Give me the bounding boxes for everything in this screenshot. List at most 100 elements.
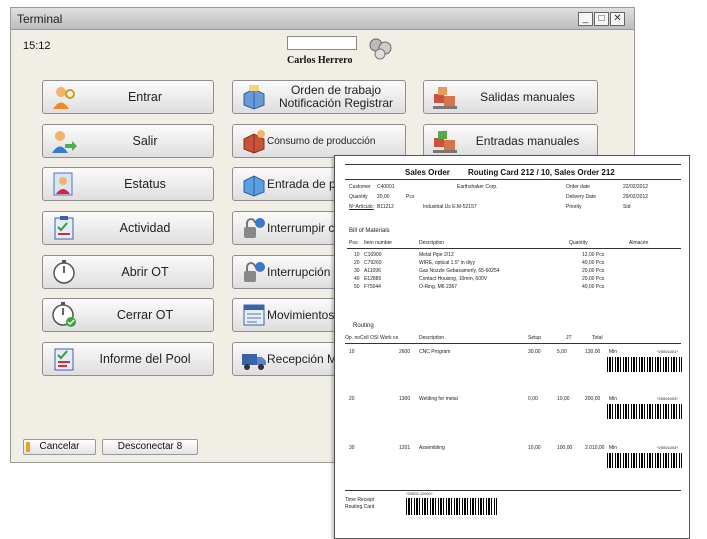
estatus-button[interactable]: Estatus: [42, 167, 214, 201]
bom-desc: WIRE, optical 1.5" in diyy: [419, 260, 475, 266]
goods-out-icon: [433, 87, 457, 109]
goods-in-icon: [433, 131, 457, 153]
bom-rule: [347, 248, 681, 249]
routing-header-desc: Description: [419, 335, 445, 341]
routing-op: 10: [349, 349, 355, 355]
routing-unit: Min: [609, 445, 618, 451]
actividad-label: Actividad: [119, 221, 171, 235]
window-title: Terminal: [17, 12, 63, 26]
minimize-button[interactable]: _: [578, 12, 593, 26]
order-date-value: 22/02/2012: [623, 184, 649, 190]
bom-pos: 30: [354, 268, 360, 274]
quantity-unit: Pcs: [406, 194, 415, 200]
bom-item: C79260: [364, 260, 382, 266]
bom-qty: 20,00 Pcs: [582, 276, 605, 282]
bom-item: F75044: [364, 284, 381, 290]
article-key: Nº Artículo:: [349, 204, 374, 210]
bom-header-qty: Quantity: [569, 240, 588, 246]
salidas-manuales-button[interactable]: Salidas manuales: [423, 80, 598, 114]
routing-code: *20001003*: [657, 396, 678, 401]
cerrar-ot-button[interactable]: Cerrar OT: [42, 298, 214, 332]
key-user-icon: [53, 87, 75, 109]
interrupcion-button[interactable]: Interrupción: [232, 255, 347, 289]
consumo-produccion-button[interactable]: Consumo de producción: [232, 124, 406, 158]
barcode: [607, 357, 682, 372]
delivery-date-key: Delivery Date: [566, 194, 597, 200]
doc-title-left: Sales Order: [405, 168, 450, 177]
barcode: [607, 453, 682, 468]
customer-key: Customer: [349, 184, 371, 190]
orden-trabajo-line2: Notificación Registrar: [278, 96, 394, 110]
users-icon[interactable]: [366, 36, 396, 62]
close-button[interactable]: ✕: [610, 12, 625, 26]
informe-pool-label: Informe del Pool: [99, 352, 191, 366]
doc-title-rule: [345, 179, 681, 180]
bom-desc: Gas Nozzle Gebaxamerly, 65-60254: [419, 268, 500, 274]
disconnect-button[interactable]: Desconectar 8: [102, 439, 198, 455]
maximize-button[interactable]: □: [594, 12, 609, 26]
delivery-date-value: 29/02/2012: [623, 194, 649, 200]
movimientos-button[interactable]: Movimientos: [232, 298, 347, 332]
routing-wc: 1201: [399, 445, 411, 451]
salir-button[interactable]: Salir: [42, 124, 214, 158]
priority-key: Priority: [566, 204, 582, 210]
routing-header-setup: Setup: [528, 335, 542, 341]
routing-jt: 10,00: [557, 396, 570, 402]
routing-op: 20: [349, 396, 355, 402]
bom-desc: O-Ring, M6 2367: [419, 284, 458, 290]
entrar-label: Entrar: [127, 90, 163, 104]
entrar-button[interactable]: Entrar: [42, 80, 214, 114]
bom-item: E12886: [364, 276, 382, 282]
customer-value: C40001: [377, 184, 395, 190]
priority-value: Std: [623, 204, 631, 210]
bom-header-desc: Description: [419, 240, 445, 246]
box-order-icon: [243, 85, 265, 110]
cerrar-ot-label: Cerrar OT: [116, 308, 174, 322]
receipt-label-1: Time Receipt: [345, 497, 375, 503]
routing-jt: 100,00: [557, 445, 573, 451]
routing-total: 200,00: [585, 396, 601, 402]
entrada-produccion-button[interactable]: Entrada de pro: [232, 167, 347, 201]
activity-clipboard-icon: [54, 216, 74, 240]
interrupt-icon: [244, 218, 265, 238]
disconnect-label: Desconectar 8: [117, 441, 183, 452]
routing-header-wc: Coll OSI Work ce: [360, 335, 399, 341]
interrumpir-button[interactable]: Interrumpir c: [232, 211, 347, 245]
bom-item: C16900: [364, 252, 382, 258]
user-input[interactable]: [287, 36, 357, 50]
bom-item: A11096: [364, 268, 381, 274]
customer-name: Earthshaker Corp.: [457, 184, 498, 190]
estatus-label: Estatus: [124, 177, 166, 191]
informe-pool-button[interactable]: Informe del Pool: [42, 342, 214, 376]
bom-pos: 10: [354, 252, 360, 258]
stopwatch-icon: [53, 260, 75, 284]
bom-qty: 20,00 Pcs: [582, 268, 605, 274]
receipt-rule: [345, 490, 681, 491]
routing-jt: 5,00: [557, 349, 567, 355]
cancel-button[interactable]: Cancelar: [23, 439, 96, 455]
routing-wc: 2600: [399, 349, 411, 355]
bom-header-pos: Pos: [349, 240, 358, 246]
bom-desc: Contact Housing, 10mm, 600V: [419, 276, 488, 282]
abrir-ot-button[interactable]: Abrir OT: [42, 255, 214, 289]
bom-pos: 20: [354, 260, 360, 266]
quantity-value: 20,00: [377, 194, 390, 200]
movements-icon: [243, 304, 265, 326]
orden-trabajo-button[interactable]: Orden de trabajo Notificación Registrar: [232, 80, 406, 114]
user-exit-icon: [52, 131, 77, 153]
barcode: [607, 404, 682, 419]
entradas-manuales-button[interactable]: Entradas manuales: [423, 124, 598, 158]
orden-trabajo-label: Orden de trabajo Notificación Registrar: [267, 84, 405, 110]
truck-icon: [242, 354, 266, 370]
clock-time: 15:12: [23, 40, 51, 52]
recepcion-button[interactable]: Recepción Me: [232, 342, 347, 376]
bom-title: Bill of Materials: [349, 228, 390, 234]
actividad-button[interactable]: Actividad: [42, 211, 214, 245]
routing-desc: Welding for metal: [419, 396, 458, 402]
entradas-manuales-label: Entradas manuales: [475, 134, 580, 148]
bom-qty: 12,00 Pcs: [582, 252, 605, 258]
routing-total: 130,00: [585, 349, 601, 355]
user-name: Carlos Herrero: [287, 55, 353, 66]
consumo-produccion-label: Consumo de producción: [267, 135, 376, 147]
article-desc: Industrial Us E.M-52157: [423, 204, 477, 210]
